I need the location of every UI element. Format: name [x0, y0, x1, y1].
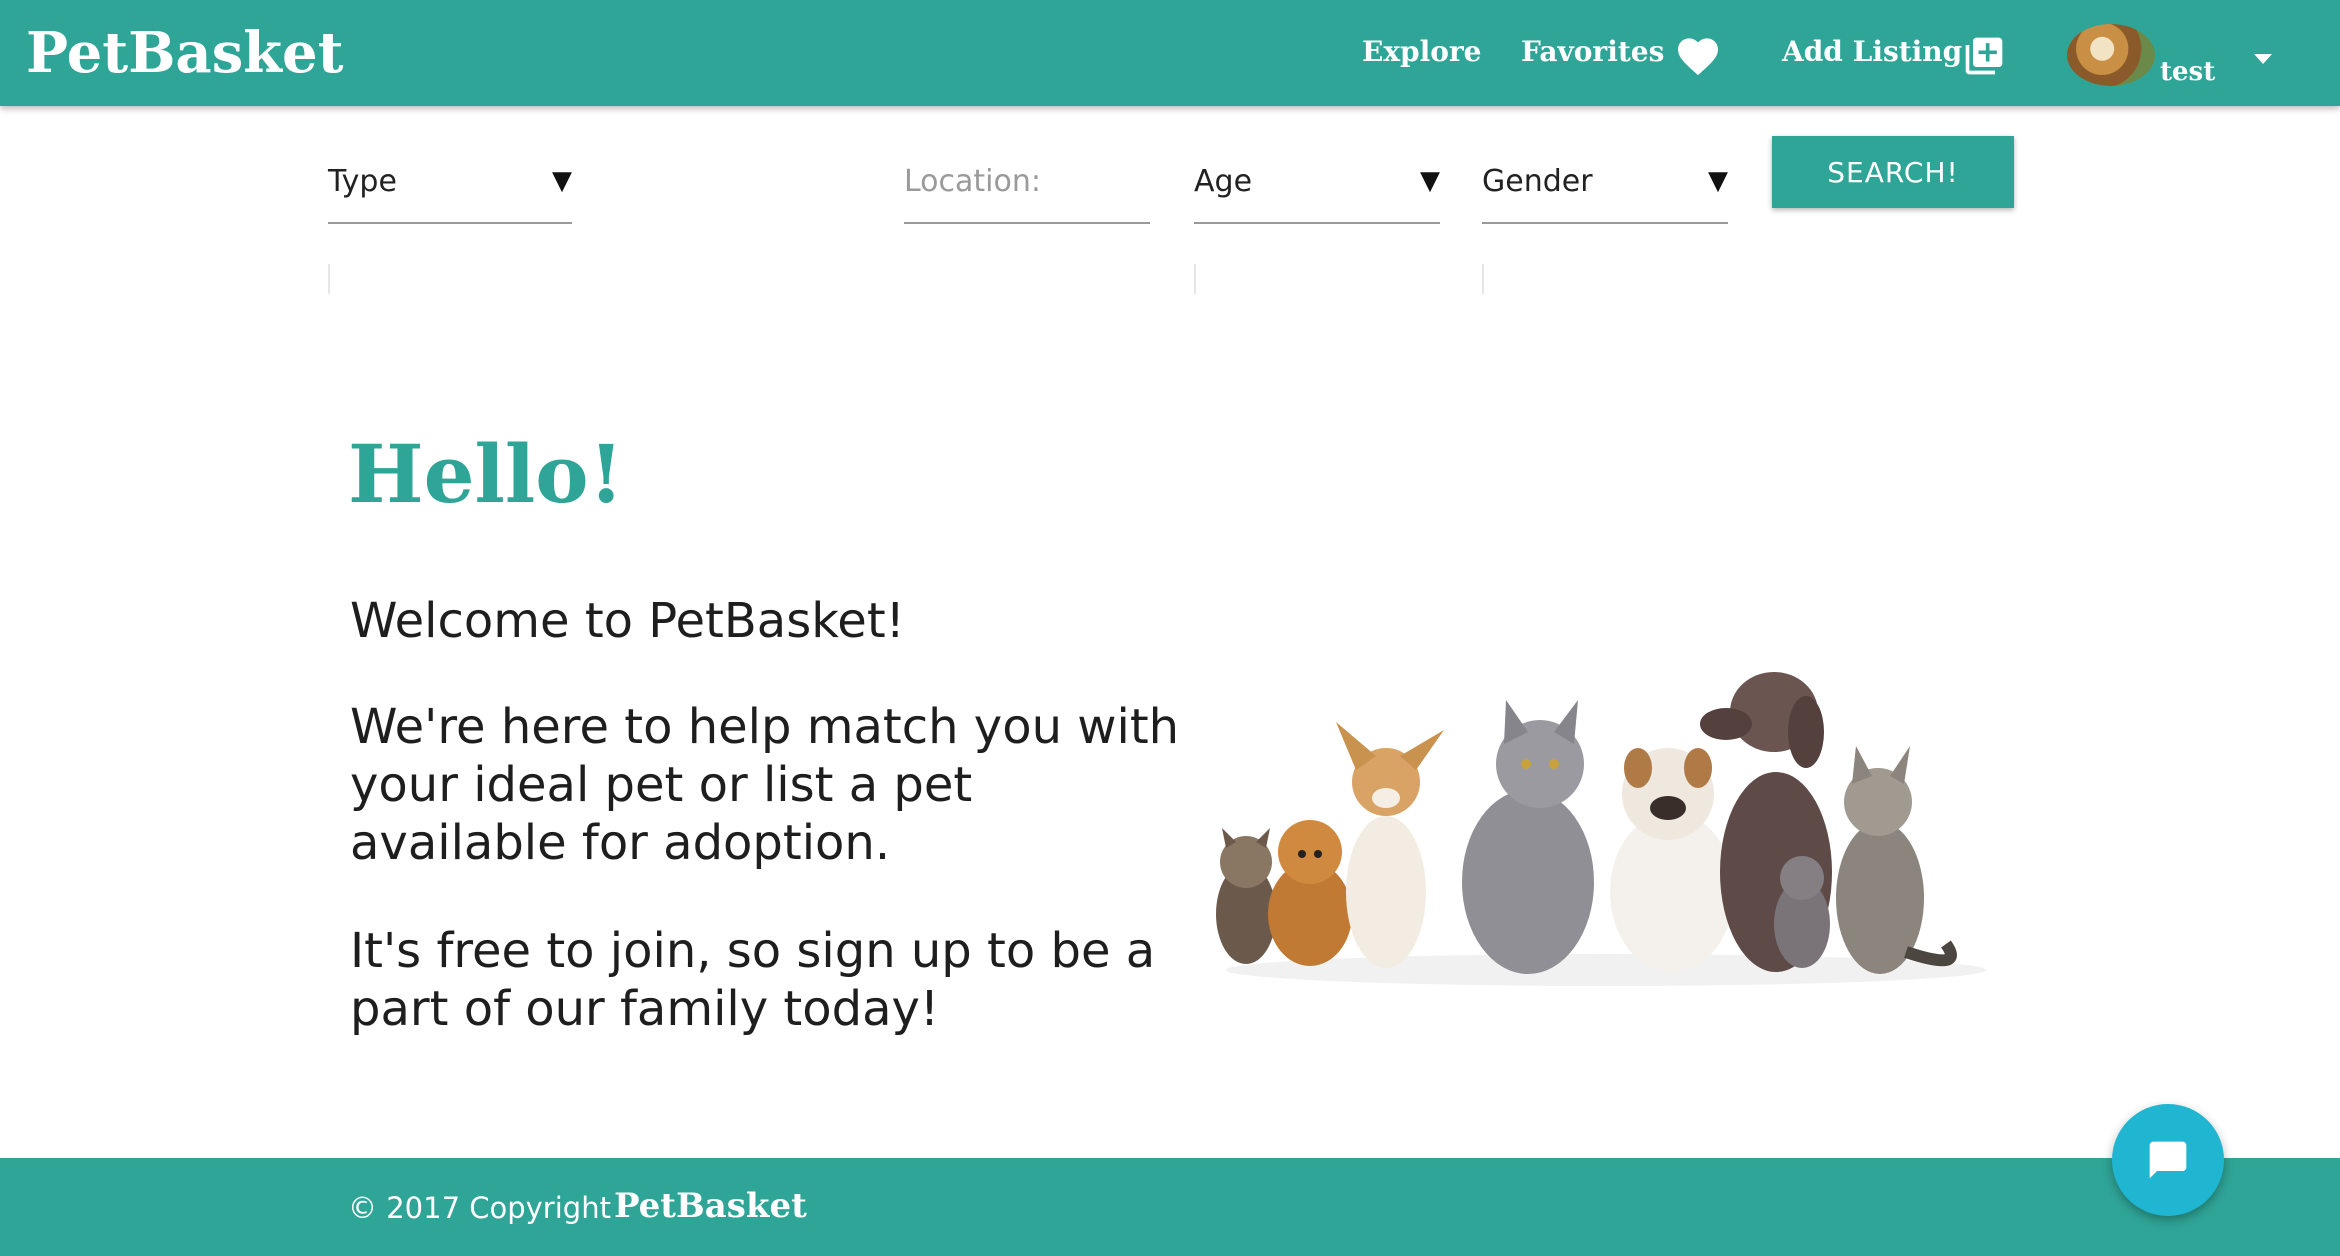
user-avatar[interactable] — [2067, 24, 2155, 86]
footer-brand-link[interactable]: PetBasket — [614, 1184, 807, 1228]
grey-cat-figure — [1462, 700, 1594, 974]
pomeranian-figure — [1268, 820, 1352, 966]
location-input[interactable] — [904, 158, 1150, 204]
hero-heading: Hello! — [348, 427, 624, 521]
chat-bubble-icon — [2149, 1141, 2187, 1179]
nav-explore-link[interactable]: Explore — [1362, 30, 1482, 74]
kitten-figure — [1216, 828, 1276, 964]
type-select[interactable]: Type ▼ — [328, 152, 572, 224]
add-box-icon[interactable] — [1962, 34, 2006, 78]
dropdown-arrow-icon: ▼ — [552, 166, 572, 196]
top-navbar: PetBasket Explore Favorites Add Listing … — [0, 0, 2340, 106]
chevron-down-icon[interactable] — [2252, 52, 2274, 66]
nav-favorites-link[interactable]: Favorites — [1521, 30, 1664, 74]
bulldog-figure — [1610, 748, 1734, 972]
username-label[interactable]: test — [2160, 56, 2215, 88]
search-button[interactable]: SEARCH! — [1772, 136, 2014, 208]
brand-logo[interactable]: PetBasket — [26, 16, 344, 90]
dropdown-arrow-icon: ▼ — [1420, 166, 1440, 196]
tabby-cat-figure — [1836, 746, 1957, 974]
copyright-text: © 2017 Copyright — [348, 1191, 611, 1225]
gender-select-label: Gender — [1482, 164, 1593, 199]
age-select-label: Age — [1194, 164, 1253, 199]
join-text: It's free to join, so sign up to be a pa… — [350, 923, 1156, 1037]
sphynx-cat-figure — [1774, 856, 1830, 968]
divider — [1194, 264, 1196, 294]
footer: © 2017 Copyright PetBasket — [0, 1158, 2340, 1256]
welcome-text: Welcome to PetBasket! — [350, 593, 905, 649]
chat-button[interactable] — [2112, 1104, 2224, 1216]
type-select-label: Type — [328, 164, 397, 199]
corgi-figure — [1336, 722, 1444, 968]
divider — [328, 264, 330, 294]
heart-icon[interactable] — [1676, 36, 1720, 76]
divider — [1482, 264, 1484, 294]
location-field[interactable] — [904, 152, 1150, 224]
nav-add-listing-link[interactable]: Add Listing — [1782, 30, 1962, 74]
intro-text: We're here to help match you with your i… — [350, 699, 1180, 871]
pets-group-image — [1216, 672, 1986, 986]
gender-select[interactable]: Gender ▼ — [1482, 152, 1728, 224]
age-select[interactable]: Age ▼ — [1194, 152, 1440, 224]
dropdown-arrow-icon: ▼ — [1708, 166, 1728, 196]
